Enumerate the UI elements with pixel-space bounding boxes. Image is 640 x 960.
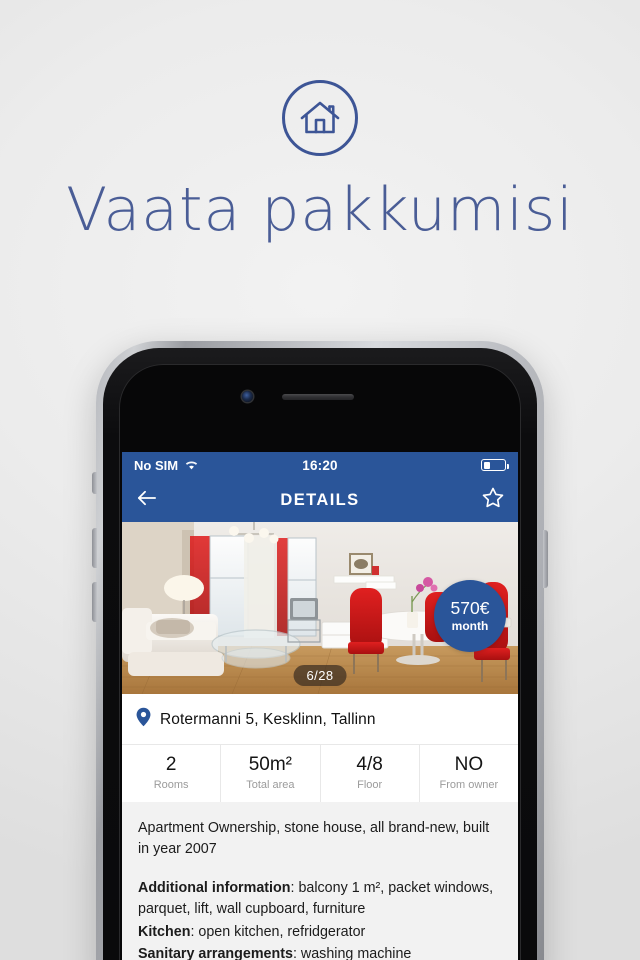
address-text: Rotermanni 5, Kesklinn, Tallinn xyxy=(160,710,376,728)
mute-switch-button[interactable] xyxy=(92,472,97,494)
location-pin-icon xyxy=(136,707,151,732)
stat-value: 2 xyxy=(165,754,177,775)
star-icon xyxy=(482,487,504,513)
price-period: month xyxy=(451,618,489,633)
favorite-button[interactable] xyxy=(482,487,504,513)
phone-screen: No SIM 16:20 DETAILS 6/28 570€ month Rot… xyxy=(122,452,518,960)
stat-value: 50m² xyxy=(248,754,293,775)
description-label: Additional information xyxy=(138,879,291,896)
power-button[interactable] xyxy=(543,530,548,588)
stat-label: Floor xyxy=(357,778,383,791)
stat-value: NO xyxy=(454,754,484,775)
battery-icon xyxy=(481,459,509,471)
description-line: Sanitary arrangements: washing machine xyxy=(138,944,502,960)
nav-title: DETAILS xyxy=(280,490,360,509)
status-bar-right xyxy=(481,459,509,471)
navigation-bar: DETAILS xyxy=(122,478,518,522)
price-badge: 570€ month xyxy=(434,580,506,652)
price-amount: 570€ xyxy=(450,598,490,619)
house-in-circle-icon xyxy=(282,80,358,156)
front-camera-icon xyxy=(242,391,253,402)
page-title: Vaata pakkumisi xyxy=(66,175,574,245)
description-line: Kitchen: open kitchen, refridgerator xyxy=(138,922,502,943)
description-label: Sanitary arrangements xyxy=(138,946,293,960)
back-button[interactable] xyxy=(136,489,157,512)
hero-section: Vaata pakkumisi xyxy=(0,0,640,320)
battery-fill xyxy=(483,461,491,469)
stat-floor: 4/8 Floor xyxy=(321,745,420,802)
stat-rooms: 2 Rooms xyxy=(122,745,222,802)
arrow-left-icon xyxy=(136,489,157,512)
stat-label: From owner xyxy=(439,778,499,791)
status-bar: No SIM 16:20 xyxy=(122,452,518,478)
description-line: Additional information: balcony 1 m², pa… xyxy=(138,878,502,921)
volume-down-button[interactable] xyxy=(92,582,97,622)
description-intro: Apartment Ownership, stone house, all br… xyxy=(138,819,490,858)
app-logo xyxy=(282,80,358,156)
description-section: Apartment Ownership, stone house, all br… xyxy=(122,801,518,960)
address-row[interactable]: Rotermanni 5, Kesklinn, Tallinn xyxy=(122,694,518,744)
stat-label: Rooms xyxy=(153,778,189,791)
photo-counter-badge: 6/28 xyxy=(293,665,347,686)
volume-up-button[interactable] xyxy=(92,528,97,568)
property-stats-row: 2 Rooms 50m² Total area 4/8 Floor NO Fro… xyxy=(122,744,518,802)
stat-label: Total area xyxy=(246,778,295,791)
stat-total-area: 50m² Total area xyxy=(221,745,321,802)
description-separator: : xyxy=(292,946,301,960)
description-value: washing machine xyxy=(300,946,412,960)
status-bar-time: 16:20 xyxy=(302,457,338,473)
stat-from-owner: NO From owner xyxy=(420,745,518,802)
description-value: open kitchen, refridgerator xyxy=(198,923,366,940)
stat-value: 4/8 xyxy=(356,754,383,775)
earpiece-speaker xyxy=(282,394,354,400)
description-label: Kitchen xyxy=(138,923,191,940)
